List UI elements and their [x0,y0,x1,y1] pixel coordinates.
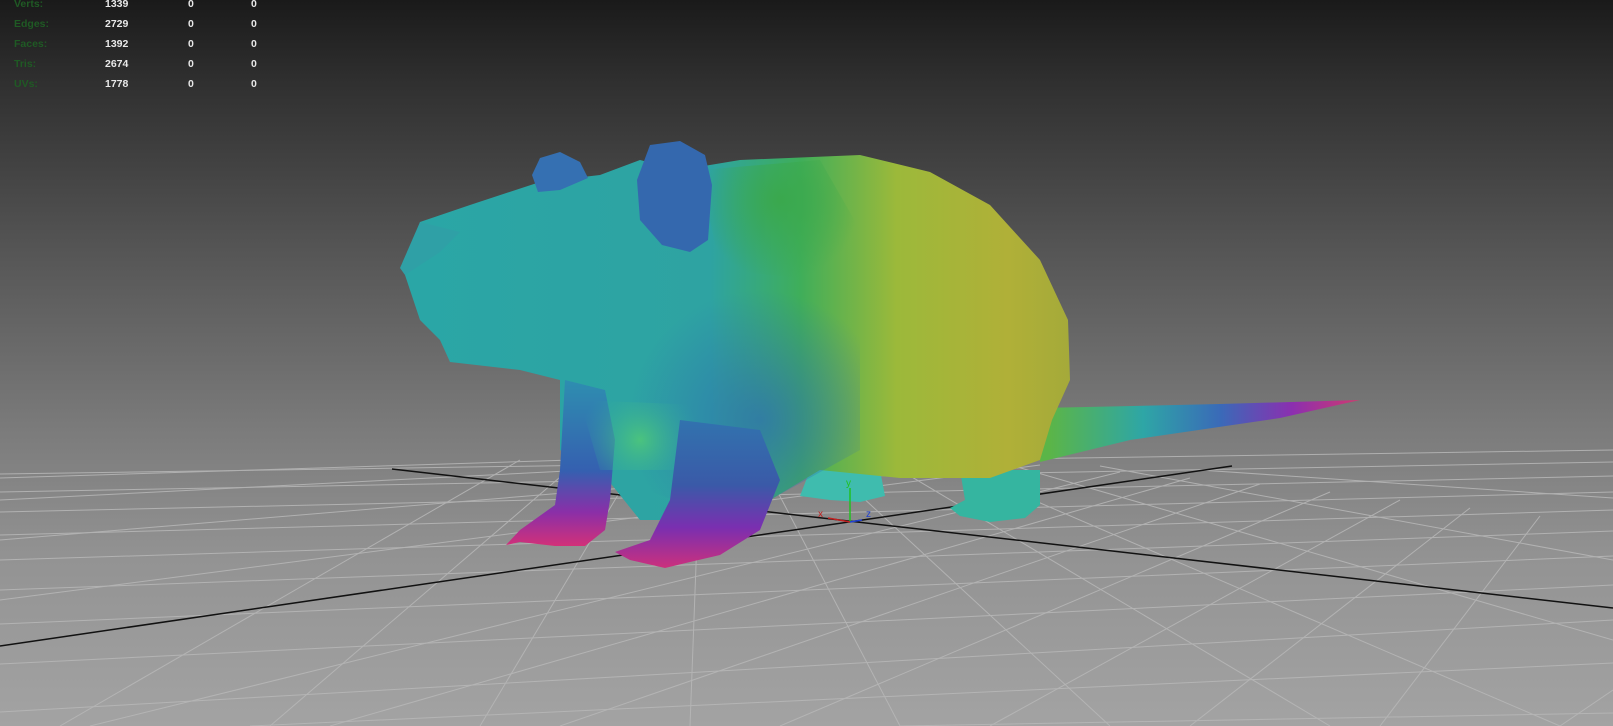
hud-extra: 0 [251,38,257,50]
hud-row-uvs: UVs: 1778 0 0 [14,78,274,100]
hud-row-edges: Edges: 2729 0 0 [14,18,274,40]
hud-row-tris: Tris: 2674 0 0 [14,58,274,80]
poly-count-hud: Verts: 1339 0 0 Edges: 2729 0 0 Faces: 1… [14,0,274,100]
gizmo-x-label: x [818,509,823,520]
hud-row-verts: Verts: 1339 0 0 [14,0,274,20]
3d-viewport[interactable]: y x z Verts: 1339 0 0 Edges: 2729 0 0 Fa… [0,0,1613,726]
hud-selected: 0 [188,0,194,10]
hud-label: Edges: [14,18,50,30]
hud-total: 2674 [105,58,129,70]
gizmo-z-label: z [866,509,871,520]
hud-label: Tris: [14,58,37,70]
rat-tail [1040,400,1360,462]
hud-total: 2729 [105,18,129,30]
gizmo-y-label: y [846,478,851,489]
hud-label: UVs: [14,78,38,90]
hud-extra: 0 [251,58,257,70]
hud-total: 1778 [105,78,129,90]
scene-canvas[interactable]: y x z [0,0,1613,726]
hud-extra: 0 [251,78,257,90]
hud-row-faces: Faces: 1392 0 0 [14,38,274,60]
gizmo-x-axis [827,517,851,523]
hud-selected: 0 [188,58,194,70]
hud-selected: 0 [188,38,194,50]
hud-selected: 0 [188,78,194,90]
hud-total: 1339 [105,0,129,10]
hud-label: Verts: [14,0,44,10]
hud-label: Faces: [14,38,48,50]
hud-extra: 0 [251,18,257,30]
hud-selected: 0 [188,18,194,30]
hud-total: 1392 [105,38,129,50]
hud-extra: 0 [251,0,257,10]
